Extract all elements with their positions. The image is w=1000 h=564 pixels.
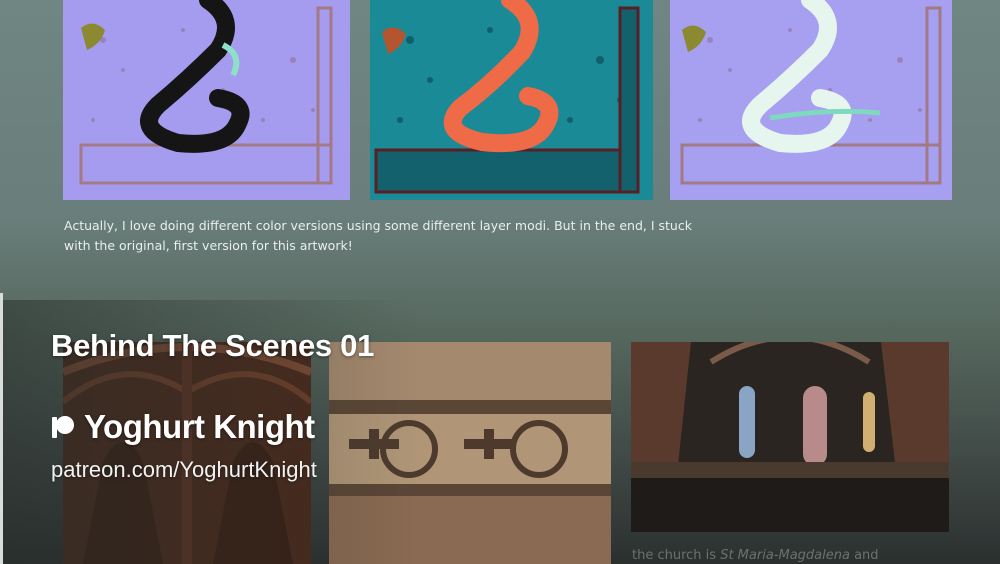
artwork-black-dragon-image (63, 0, 350, 200)
creator-url[interactable]: patreon.com/YoghurtKnight (51, 457, 317, 483)
artwork-orange-dragon-image (370, 0, 653, 200)
artwork-black-dragon[interactable] (63, 0, 350, 200)
creator-row[interactable]: Yoghurt Knight (50, 408, 315, 446)
photo-church-nave[interactable] (631, 342, 949, 532)
video-title: Behind The Scenes 01 (51, 328, 375, 363)
artwork-white-dragon[interactable] (670, 0, 952, 200)
left-edge-bar (0, 293, 3, 564)
photo-church-nave-image (631, 342, 949, 532)
artwork-orange-dragon[interactable] (370, 0, 653, 200)
patreon-icon (52, 416, 74, 438)
creator-name: Yoghurt Knight (84, 408, 315, 445)
post-caption: Actually, I love doing different color v… (64, 218, 692, 253)
church-caption: the church is St Maria-Magdalena and (632, 548, 879, 563)
artwork-white-dragon-image (670, 0, 952, 200)
church-name: St Maria-Magdalena (720, 548, 850, 563)
